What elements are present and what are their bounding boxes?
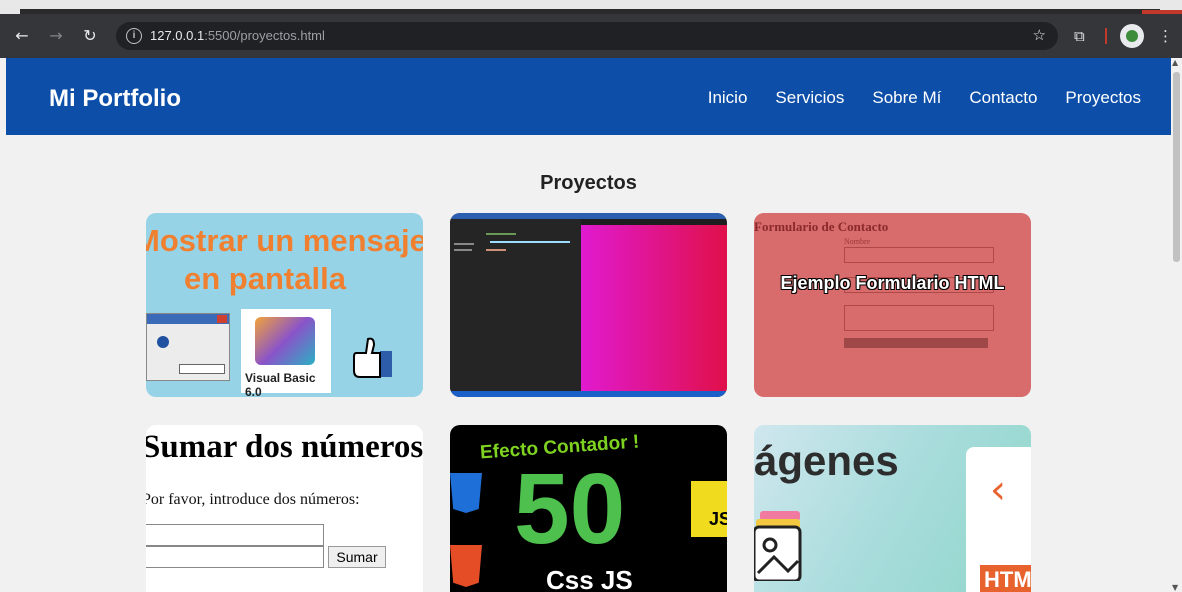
site-info-icon[interactable]: i bbox=[126, 28, 142, 44]
project-card-sumar[interactable]: Sumar dos números Por favor, introduce d… bbox=[146, 425, 423, 592]
card-title-line1: Mostrar un mensaje bbox=[146, 223, 423, 258]
thumbs-up-icon bbox=[353, 337, 392, 378]
visual-basic-logo: Visual Basic 6.0 bbox=[241, 309, 331, 397]
nav-contacto[interactable]: Contacto bbox=[969, 88, 1037, 108]
info-icon bbox=[157, 336, 169, 348]
browser-toolbar: ← → ↻ i 127.0.0.1:5500/proyectos.html ☆ … bbox=[0, 14, 1182, 58]
gradient-preview bbox=[581, 225, 727, 391]
js-logo-icon: JS bbox=[691, 481, 727, 537]
form-submit-image bbox=[844, 338, 988, 348]
image-gallery-icon bbox=[754, 511, 802, 581]
scroll-up-icon[interactable]: ▲ bbox=[1172, 58, 1178, 67]
html-badge: HTML bbox=[980, 565, 1031, 592]
card-subtitle: Css JS bbox=[546, 565, 633, 592]
toolbar-separator bbox=[1105, 28, 1107, 44]
nav-proyectos[interactable]: Proyectos bbox=[1065, 88, 1141, 108]
project-card-gradient-demo[interactable] bbox=[450, 213, 727, 397]
project-card-formulario[interactable]: Formulario de Contacto Nombre Ejemplo Fo… bbox=[754, 213, 1031, 397]
page-viewport: Mi Portfolio Inicio Servicios Sobre Mí C… bbox=[6, 58, 1171, 592]
profile-avatar[interactable] bbox=[1120, 24, 1144, 48]
bookmark-star-icon[interactable]: ☆ bbox=[1033, 26, 1046, 44]
counter-number: 50 bbox=[514, 453, 626, 565]
card-title-line2: en pantalla bbox=[184, 261, 346, 296]
card-title: ágenes bbox=[754, 437, 899, 484]
section-title: Proyectos bbox=[540, 172, 637, 194]
nav-inicio[interactable]: Inicio bbox=[708, 88, 748, 108]
card-heading: Sumar dos números bbox=[146, 429, 423, 465]
nav-sobre-mi[interactable]: Sobre Mí bbox=[872, 88, 941, 108]
message-dialog-image bbox=[146, 313, 230, 381]
project-card-contador[interactable]: Efecto Contador ! 50 JS Css JS bbox=[450, 425, 727, 592]
site-nav: Inicio Servicios Sobre Mí Contacto Proye… bbox=[708, 88, 1141, 108]
number-input-2 bbox=[146, 546, 324, 568]
back-arrow-icon[interactable]: ← bbox=[10, 24, 34, 48]
form-title: Formulario de Contacto bbox=[754, 219, 889, 234]
extensions-puzzle-icon[interactable]: ⧉ bbox=[1074, 24, 1085, 48]
code-editor-image bbox=[450, 219, 581, 391]
chevron-left-icon: ‹ bbox=[990, 467, 1006, 513]
reload-icon[interactable]: ↻ bbox=[78, 24, 102, 48]
page-scrollbar[interactable]: ▲ ▼ bbox=[1171, 58, 1182, 592]
css3-logo-icon bbox=[450, 473, 482, 513]
scrollbar-thumb[interactable] bbox=[1173, 72, 1180, 262]
number-input-1 bbox=[146, 524, 324, 546]
browser-menu-icon[interactable]: ⋮ bbox=[1158, 24, 1173, 48]
url-text[interactable]: 127.0.0.1:5500/proyectos.html bbox=[150, 28, 325, 43]
site-brand[interactable]: Mi Portfolio bbox=[49, 85, 181, 113]
forward-arrow-icon[interactable]: → bbox=[44, 24, 68, 48]
scroll-down-icon[interactable]: ▼ bbox=[1172, 583, 1178, 592]
card-overlay-title: Ejemplo Formulario HTML bbox=[780, 273, 1005, 293]
html5-logo-icon bbox=[450, 545, 482, 587]
site-header: Mi Portfolio Inicio Servicios Sobre Mí C… bbox=[6, 58, 1171, 135]
card-text: Por favor, introduce dos números: bbox=[146, 491, 360, 508]
address-bar[interactable]: i 127.0.0.1:5500/proyectos.html ☆ bbox=[116, 22, 1058, 50]
project-card-mostrar-mensaje[interactable]: Mostrar un mensaje en pantalla Visual Ba… bbox=[146, 213, 423, 397]
project-card-imagenes[interactable]: ágenes ‹ HTML bbox=[754, 425, 1031, 592]
browser-tab-strip bbox=[0, 0, 1182, 14]
slider-panel: ‹ HTML bbox=[966, 447, 1031, 592]
sumar-button: Sumar bbox=[328, 546, 386, 568]
nav-servicios[interactable]: Servicios bbox=[775, 88, 844, 108]
